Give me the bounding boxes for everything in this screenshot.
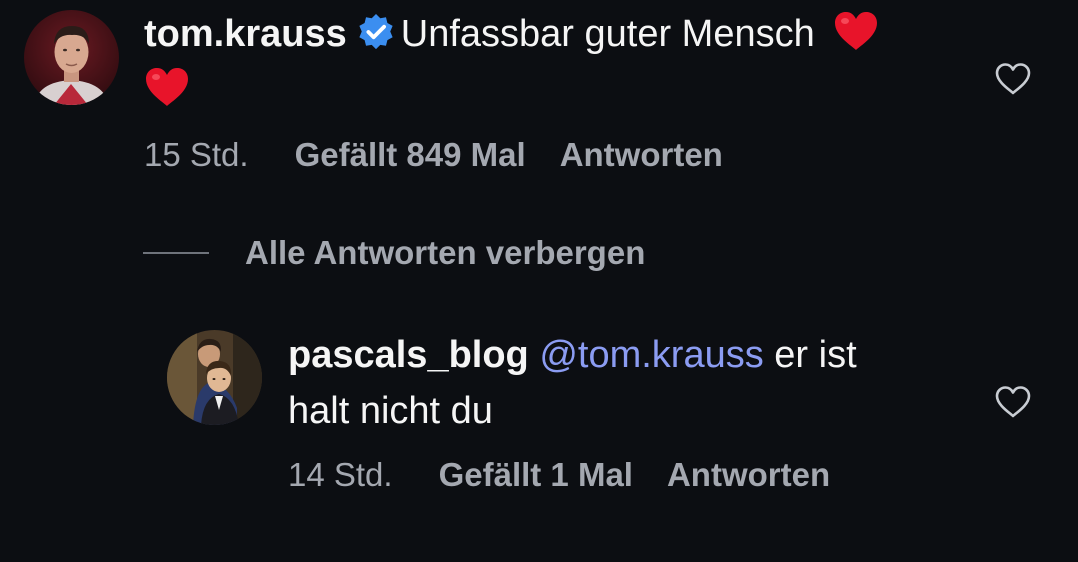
comment-username[interactable]: tom.krauss <box>144 13 347 55</box>
mention-link[interactable]: @tom.krauss <box>539 334 763 376</box>
like-heart-icon[interactable] <box>995 385 1031 419</box>
avatar-tom-krauss[interactable] <box>24 10 119 105</box>
reply-comment-body: pascals_blog @tom.krauss er ist halt nic… <box>288 327 948 439</box>
hide-replies-label: Alle Antworten verbergen <box>245 234 646 271</box>
divider-line <box>143 252 209 254</box>
reply-username[interactable]: pascals_blog <box>288 334 529 376</box>
reply-meta-row: 14 Std. Gefällt 1 Mal Antworten <box>288 456 830 494</box>
reply-text-line1: er ist <box>774 334 857 376</box>
reply-timestamp: 14 Std. <box>288 456 393 493</box>
comment-meta-row: 15 Std. Gefällt 849 Mal Antworten <box>144 136 723 174</box>
avatar-pascals-blog[interactable] <box>167 330 262 425</box>
like-heart-icon[interactable] <box>995 62 1031 96</box>
reply-button[interactable]: Antworten <box>667 456 830 493</box>
heart-emoji-icon <box>146 68 188 106</box>
verified-badge-icon <box>359 13 393 50</box>
heart-emoji-icon <box>835 12 878 50</box>
likes-count[interactable]: Gefällt 849 Mal <box>295 136 526 173</box>
reply-button[interactable]: Antworten <box>560 136 723 173</box>
comment-timestamp: 15 Std. <box>144 136 249 173</box>
hide-replies-toggle[interactable]: Alle Antworten verbergen <box>143 233 645 273</box>
comment-body: tom.krauss Unfassbar guter Mensch <box>144 6 974 118</box>
reply-text-line2: halt nicht du <box>288 390 493 432</box>
reply-likes-count[interactable]: Gefällt 1 Mal <box>439 456 633 493</box>
comment-text: Unfassbar guter Mensch <box>400 13 815 55</box>
